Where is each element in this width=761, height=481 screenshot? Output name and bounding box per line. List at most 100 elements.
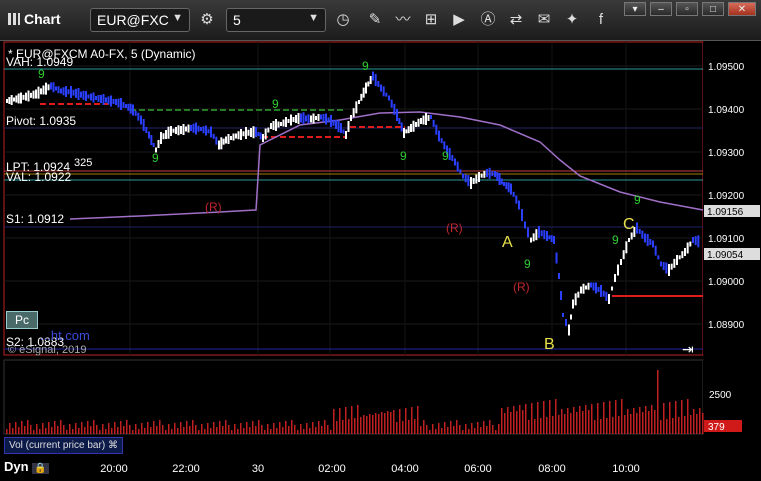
volume-bar	[567, 408, 569, 434]
price-bar	[320, 114, 322, 120]
price-bar	[148, 131, 150, 139]
r-marker: (R)	[446, 221, 463, 235]
price-bar	[125, 104, 127, 108]
close-icon[interactable]: ✕	[728, 2, 756, 16]
price-bar	[107, 96, 110, 105]
price-bar	[282, 119, 285, 127]
pc-button[interactable]: Pc	[6, 311, 38, 329]
chevron-down-icon[interactable]: ▼	[172, 12, 183, 24]
volume-bar	[639, 407, 641, 434]
price-bar	[518, 200, 520, 210]
td-count-nine: 9	[152, 151, 159, 165]
price-chart[interactable]: 9 9 9 9 9 9 9 9 9 1.09500 1.09400 1.09300 1.09200 1.…	[0, 41, 761, 481]
volume-bar	[483, 421, 485, 434]
price-bar	[597, 287, 600, 292]
price-bar	[503, 182, 505, 186]
get-icon[interactable]: ⊞	[420, 9, 442, 31]
interval-input[interactable]: 5 ▼	[226, 8, 326, 32]
link-icon[interactable]: ⇄	[505, 9, 527, 31]
volume-bar	[72, 429, 74, 434]
dyn-button[interactable]: Dyn 🔒	[4, 459, 49, 474]
menu-icon[interactable]: ▾	[624, 2, 646, 16]
price-bar	[67, 89, 70, 95]
chat-icon[interactable]: ✉	[533, 9, 555, 31]
gear-icon[interactable]: ⚙	[196, 9, 218, 31]
collapse-icon[interactable]: ⌘	[108, 440, 118, 451]
price-bar	[572, 299, 574, 309]
volume-bar	[162, 425, 164, 434]
volume-bar	[57, 426, 59, 434]
price-bar	[162, 133, 165, 140]
volume-bar	[648, 411, 650, 434]
price-pane[interactable]	[3, 41, 704, 356]
volume-bar	[693, 409, 695, 434]
price-bar	[483, 170, 486, 178]
volume-bar	[612, 417, 614, 434]
volume-bar	[21, 421, 23, 434]
symbol-input[interactable]: EUR@FXC ▼	[90, 8, 190, 32]
price-bar	[45, 82, 47, 95]
window-title-text: Chart	[24, 11, 61, 27]
price-bar	[115, 99, 117, 105]
volume-bar	[195, 425, 197, 434]
price-bar	[205, 125, 207, 136]
time-tick: 04:00	[391, 463, 419, 475]
volume-bar	[204, 429, 206, 434]
volume-bar	[528, 420, 530, 434]
volume-bar	[108, 423, 110, 434]
volume-bar	[36, 424, 38, 434]
price-bar	[358, 100, 360, 104]
price-bar	[297, 113, 300, 124]
volume-bar	[345, 407, 347, 434]
chevron-down-icon[interactable]: ▼	[308, 12, 319, 24]
restore-icon[interactable]: ▫	[676, 2, 698, 16]
alert-icon[interactable]: Ⓐ	[477, 9, 499, 31]
price-bar	[220, 137, 223, 150]
price-bar	[267, 127, 270, 133]
price-bar	[560, 291, 562, 300]
clock-icon[interactable]: ◷	[332, 9, 354, 31]
time-tick: 06:00	[464, 463, 492, 475]
price-bar	[310, 115, 312, 123]
minimize-icon[interactable]: –	[650, 2, 672, 16]
watermark-link[interactable]: ...ht.com	[40, 328, 90, 343]
time-tick: 02:00	[318, 463, 346, 475]
price-bar	[350, 115, 352, 121]
maximize-icon[interactable]: □	[702, 2, 724, 16]
scroll-end-icon[interactable]: ⇥	[682, 341, 694, 357]
volume-tab[interactable]: Vol (current price bar) ⌘	[4, 437, 123, 454]
price-bar	[6, 99, 8, 103]
price-bar	[167, 126, 170, 139]
price-bar	[35, 89, 37, 99]
price-bar	[102, 94, 105, 105]
volume-bar	[228, 425, 230, 434]
price-bar	[277, 121, 280, 128]
facebook-icon[interactable]: f	[590, 9, 612, 31]
price-bar	[150, 135, 153, 145]
price-bar	[620, 259, 622, 265]
play-icon[interactable]: ▶	[448, 9, 470, 31]
vwap-badge-text: 1.09156	[707, 207, 744, 218]
time-tick: 08:00	[538, 463, 566, 475]
price-bar	[415, 122, 417, 127]
price-bar	[678, 255, 681, 260]
price-bar	[247, 129, 250, 136]
price-bar	[568, 324, 570, 336]
volume-bar	[468, 429, 470, 434]
volume-bar	[618, 416, 620, 434]
td-count-nine: 9	[272, 97, 279, 111]
study-icon[interactable]: 〰	[392, 9, 414, 31]
volume-bar	[450, 421, 452, 434]
volume-bar	[81, 422, 83, 434]
pencil-icon[interactable]: ✎	[364, 9, 386, 31]
volume-bar	[135, 424, 137, 434]
price-bar	[177, 125, 180, 136]
price-bar	[553, 236, 555, 244]
price-bar	[335, 120, 337, 129]
twitter-icon[interactable]: ✦	[561, 9, 583, 31]
price-bar	[365, 82, 367, 94]
price-bar	[60, 88, 62, 94]
lock-icon[interactable]: 🔒	[32, 463, 49, 474]
volume-bar	[375, 413, 377, 434]
volume-bar	[213, 422, 215, 434]
